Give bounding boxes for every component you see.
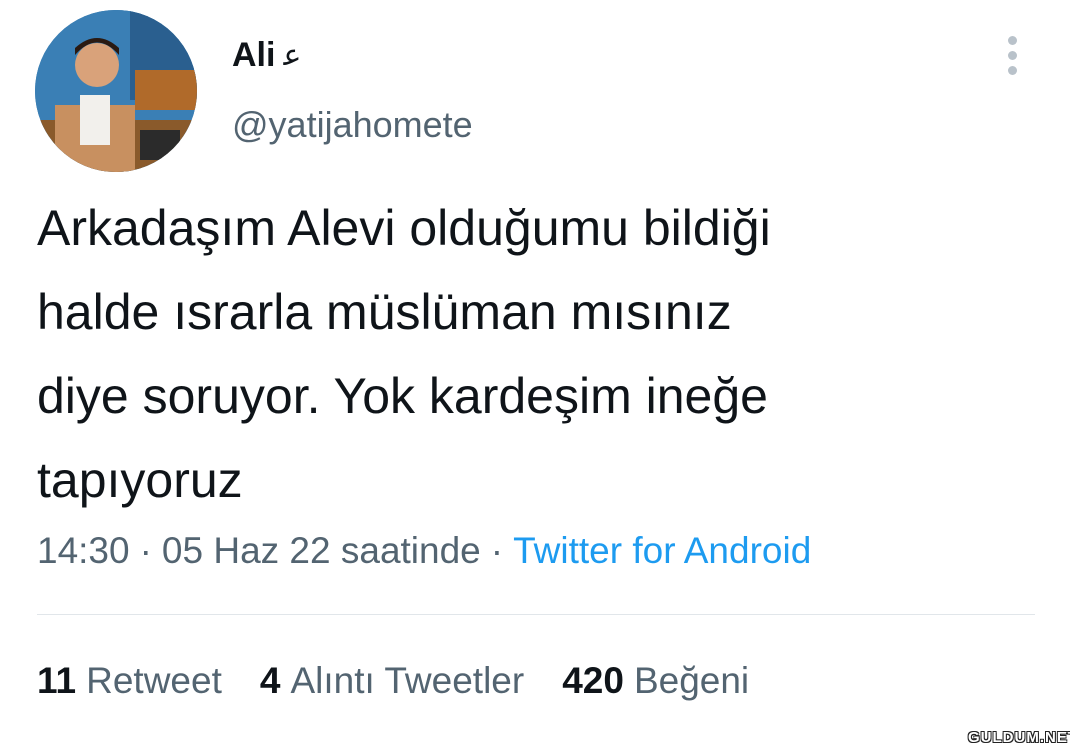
meta-separator: · (490, 530, 504, 571)
tweet-date[interactable]: 05 Haz 22 saatinde (162, 530, 481, 571)
display-name[interactable]: Ali (232, 36, 275, 75)
name-row: Ali ﻋ (232, 36, 301, 75)
like-count: 420 (562, 660, 624, 701)
more-vertical-icon[interactable] (1000, 36, 1024, 80)
divider (37, 614, 1035, 615)
retweet-stat[interactable]: 11 Retweet (37, 660, 222, 702)
more-dot (1007, 36, 1017, 45)
like-stat[interactable]: 420 Beğeni (562, 660, 749, 702)
retweet-count: 11 (37, 660, 77, 701)
meta-separator: · (139, 530, 152, 571)
watermark: GULDUM.NET (968, 729, 1070, 746)
tweet-stats: 11 Retweet 4 Alıntı Tweetler 420 Beğeni (37, 660, 787, 702)
quote-stat[interactable]: 4 Alıntı Tweetler (260, 660, 524, 702)
more-dot (1007, 51, 1017, 60)
quote-label: Alıntı Tweetler (290, 660, 525, 701)
retweet-label: Retweet (86, 660, 222, 701)
tweet-card: Ali ﻋ @yatijahomete Arkadaşım Alevi oldu… (0, 0, 1070, 746)
avatar[interactable] (35, 10, 197, 172)
tweet-time[interactable]: 14:30 (37, 530, 130, 571)
quote-count: 4 (259, 660, 281, 701)
more-dot (1007, 66, 1017, 75)
like-label: Beğeni (633, 660, 750, 701)
tweet-source-link[interactable]: Twitter for Android (513, 530, 811, 571)
tweet-meta: 14:30 · 05 Haz 22 saatinde · Twitter for And… (37, 530, 811, 572)
tweet-text: Arkadaşım Alevi olduğumu bildiği halde ı… (37, 200, 771, 508)
name-glyph: ﻋ (283, 39, 302, 72)
user-handle[interactable]: @yatijahomete (232, 104, 473, 146)
avatar-photo (35, 10, 197, 172)
